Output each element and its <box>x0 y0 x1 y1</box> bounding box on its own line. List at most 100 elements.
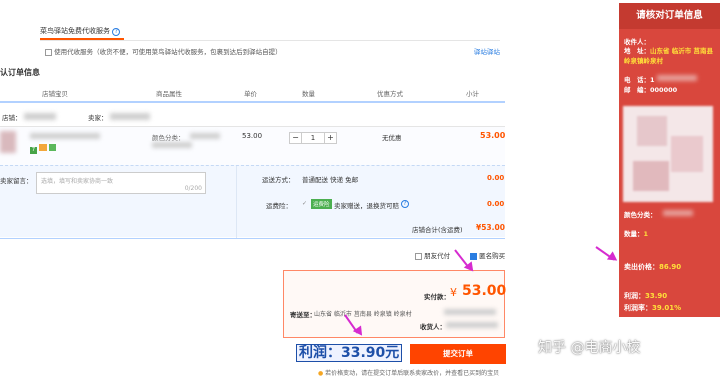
anonymous-label: 匿名购买 <box>479 252 506 260</box>
message-counter: 0/200 <box>184 185 202 192</box>
seller-label: 卖家： <box>88 114 108 122</box>
side-address: 地 址：山东省 临沂市 莒南县 <box>624 45 713 55</box>
seller-name[interactable] <box>110 113 150 120</box>
order-summary-box: 实付款： ¥ 53.00 寄送至： 山东省 临沂市 莒南县 岭泉镇 岭泉村 收货… <box>283 270 507 338</box>
footer-note: ● 若价格变动，请在提交订单后联系卖家改价，并查看已买到的宝贝 <box>318 368 499 377</box>
minus-button[interactable]: − <box>290 133 302 143</box>
footer-note-text: 若价格变动，请在提交订单后联系卖家改价，并查看已买到的宝贝 <box>325 370 500 377</box>
th-discount: 优惠方式 <box>377 90 403 98</box>
side-profit: 利润：33.90 <box>624 291 667 301</box>
friend-pay-checkbox[interactable] <box>415 252 422 260</box>
card-icon <box>39 144 48 151</box>
side-qty-label: 数量： <box>624 230 644 238</box>
guarantee-icon <box>49 144 57 151</box>
side-phone: 电 话：1 <box>624 74 655 84</box>
side-phone-value: 1 <box>650 76 655 84</box>
side-qty-value: 1 <box>643 230 649 238</box>
receiver-label: 收货人： <box>420 323 446 331</box>
friend-pay-option[interactable]: 朋友代付 <box>415 250 450 260</box>
paid-currency: ¥ <box>450 286 457 299</box>
item-price: 53.00 <box>242 132 263 140</box>
side-phone-label: 电 话： <box>624 76 650 84</box>
shipping-label: 运送方式： <box>262 176 295 184</box>
insurance-check-icon: ✓ <box>302 200 308 207</box>
profit-annotation: 利润：33.90元 <box>296 344 403 362</box>
side-margin: 利润率：39.01% <box>624 303 681 313</box>
item-attr-label: 颜色分类： <box>152 134 185 142</box>
message-label: 卖家留言： <box>0 177 33 185</box>
side-address-label: 地 址： <box>624 47 650 55</box>
th-subtotal: 小计 <box>466 90 479 98</box>
paid-value: 53.00 <box>462 283 507 299</box>
store-total-value: ¥53.00 <box>476 223 505 232</box>
pickup-option[interactable]: 使用代收服务（收货不便，可使用菜鸟驿站代收服务，包裹到达后到驿站自提） <box>45 46 282 56</box>
anonymous-option[interactable]: 匿名购买 <box>470 250 505 260</box>
pickup-divider <box>40 40 500 41</box>
insurance-help-icon[interactable]: ? <box>401 199 409 208</box>
side-qty: 数量：1 <box>624 228 648 238</box>
friend-pay-label: 朋友代付 <box>424 252 451 260</box>
side-address-line2: 岭泉镇岭泉村 <box>624 57 663 65</box>
side-sell-price-label: 卖出价格： <box>624 263 659 271</box>
side-color-label: 颜色分类： <box>624 211 657 219</box>
side-margin-value: 39.01% <box>652 304 682 312</box>
pickup-tab-label: 菜鸟驿站免费代收服务 <box>40 27 110 35</box>
insurance-value: 卖家赠送，退换货可赔 <box>334 202 399 210</box>
insurance-price: 0.00 <box>487 200 505 208</box>
side-sell-price: 卖出价格：86.90 <box>624 262 681 272</box>
receiver-value <box>446 322 498 328</box>
item-thumbnail[interactable] <box>0 131 16 153</box>
order-section-title: 认订单信息 <box>0 68 40 77</box>
message-placeholder: 选填，填写和卖家协商一致 <box>41 178 114 185</box>
store-total-label: 店铺合计(含运费) <box>412 226 463 234</box>
shop-label: 店铺： <box>2 114 22 122</box>
side-postcode-value: 000000 <box>650 86 678 94</box>
side-postcode: 邮 编：000000 <box>624 84 677 94</box>
shop-name[interactable] <box>24 113 56 120</box>
side-profit-label: 利润： <box>624 292 645 300</box>
th-price: 单价 <box>244 90 257 98</box>
shipping-price: 0.00 <box>487 174 505 182</box>
shipping-value[interactable]: 普通配送 快递 免邮 <box>302 174 358 184</box>
ship-to-label: 寄送至： <box>290 311 316 319</box>
side-product-image <box>623 106 713 202</box>
anonymous-checkbox[interactable] <box>470 252 477 260</box>
item-title[interactable] <box>30 133 100 139</box>
side-address-value: 山东省 临沂市 莒南县 <box>650 47 714 55</box>
item-subtotal: 53.00 <box>480 131 506 140</box>
item-attr-value <box>190 133 220 139</box>
side-phone-blur <box>657 75 697 81</box>
ship-to-value: 山东省 临沂市 莒南县 岭泉镇 岭泉村 <box>314 311 412 318</box>
insurance-label: 运费险： <box>266 202 292 210</box>
side-panel: 请核对订单信息 收件人： 地 址：山东省 临沂市 莒南县 岭泉镇岭泉村 电 话：… <box>619 3 720 317</box>
side-panel-title: 请核对订单信息 <box>619 3 720 29</box>
table-header-row: 店铺宝贝 商品属性 单价 数量 优惠方式 小计 <box>0 86 505 98</box>
pickup-option-label: 使用代收服务（收货不便，可使用菜鸟驿站代收服务，包裹到达后到驿站自提） <box>54 48 282 56</box>
header-divider <box>0 101 505 103</box>
pickup-checkbox[interactable] <box>45 48 52 56</box>
plus-button[interactable]: + <box>324 133 336 143</box>
side-sell-price-value: 86.90 <box>659 263 682 271</box>
seven-day-return-icon: 7 <box>30 147 37 154</box>
warning-icon: ● <box>318 370 324 377</box>
extras-area: 卖家留言： 选填，填写和卖家协商一致 0/200 运送方式： 普通配送 快递 免… <box>0 165 505 238</box>
item-row: 7 颜色分类： 53.00 − 1 + 无优惠 53.00 <box>0 127 505 165</box>
quantity-stepper[interactable]: − 1 + <box>289 132 337 144</box>
item-discount: 无优惠 <box>382 134 402 142</box>
th-attr: 商品属性 <box>156 90 182 98</box>
side-color-blur <box>663 210 693 216</box>
pickup-link[interactable]: 驿站驿站 <box>474 46 500 56</box>
message-input[interactable]: 选填，填写和卖家协商一致 0/200 <box>36 172 206 194</box>
item-badges: 7 <box>30 144 57 154</box>
watermark: 知乎 @电商小校 <box>538 340 641 356</box>
ship-to-detail <box>444 309 496 315</box>
store-row: 店铺： 卖家： <box>0 110 505 124</box>
paid-label: 实付款： <box>424 293 450 301</box>
submit-order-button[interactable]: 提交订单 <box>410 344 506 364</box>
th-item: 店铺宝贝 <box>42 90 68 98</box>
help-icon[interactable]: ? <box>112 28 121 36</box>
quantity-input[interactable]: 1 <box>302 133 324 143</box>
vertical-divider <box>236 166 237 238</box>
pickup-tab[interactable]: 菜鸟驿站免费代收服务 ? <box>40 26 124 40</box>
side-margin-label: 利润率： <box>624 304 652 312</box>
